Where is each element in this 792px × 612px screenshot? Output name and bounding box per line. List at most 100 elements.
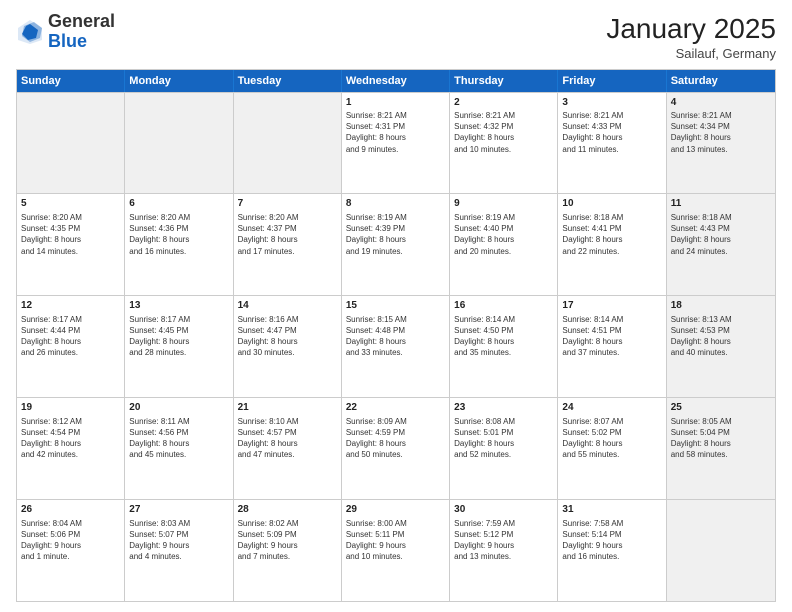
calendar-header-monday: Monday [125,70,233,92]
cal-cell-3: 3Sunrise: 8:21 AM Sunset: 4:33 PM Daylig… [558,93,666,194]
day-number: 13 [129,299,228,313]
logo-blue-text: Blue [48,31,87,51]
cell-info: Sunrise: 8:18 AM Sunset: 4:41 PM Dayligh… [562,212,661,257]
cell-info: Sunrise: 8:21 AM Sunset: 4:31 PM Dayligh… [346,110,445,155]
cell-info: Sunrise: 8:02 AM Sunset: 5:09 PM Dayligh… [238,518,337,563]
cal-cell-29: 29Sunrise: 8:00 AM Sunset: 5:11 PM Dayli… [342,500,450,601]
cell-info: Sunrise: 8:05 AM Sunset: 5:04 PM Dayligh… [671,416,771,461]
cal-cell-1: 1Sunrise: 8:21 AM Sunset: 4:31 PM Daylig… [342,93,450,194]
week-row-1: 1Sunrise: 8:21 AM Sunset: 4:31 PM Daylig… [17,92,775,194]
cell-info: Sunrise: 8:00 AM Sunset: 5:11 PM Dayligh… [346,518,445,563]
cal-cell-18: 18Sunrise: 8:13 AM Sunset: 4:53 PM Dayli… [667,296,775,397]
calendar-header-row: SundayMondayTuesdayWednesdayThursdayFrid… [17,70,775,92]
cell-info: Sunrise: 8:09 AM Sunset: 4:59 PM Dayligh… [346,416,445,461]
cal-cell-12: 12Sunrise: 8:17 AM Sunset: 4:44 PM Dayli… [17,296,125,397]
day-number: 6 [129,197,228,211]
cell-info: Sunrise: 8:07 AM Sunset: 5:02 PM Dayligh… [562,416,661,461]
logo-text: General Blue [48,12,115,52]
day-number: 11 [671,197,771,211]
calendar-header-friday: Friday [558,70,666,92]
day-number: 30 [454,503,553,517]
cal-cell-28: 28Sunrise: 8:02 AM Sunset: 5:09 PM Dayli… [234,500,342,601]
cal-cell-empty [125,93,233,194]
day-number: 1 [346,96,445,110]
cal-cell-8: 8Sunrise: 8:19 AM Sunset: 4:39 PM Daylig… [342,194,450,295]
cal-cell-13: 13Sunrise: 8:17 AM Sunset: 4:45 PM Dayli… [125,296,233,397]
day-number: 14 [238,299,337,313]
cell-info: Sunrise: 8:20 AM Sunset: 4:35 PM Dayligh… [21,212,120,257]
cal-cell-20: 20Sunrise: 8:11 AM Sunset: 4:56 PM Dayli… [125,398,233,499]
day-number: 12 [21,299,120,313]
cell-info: Sunrise: 8:17 AM Sunset: 4:45 PM Dayligh… [129,314,228,359]
cell-info: Sunrise: 8:12 AM Sunset: 4:54 PM Dayligh… [21,416,120,461]
cal-cell-14: 14Sunrise: 8:16 AM Sunset: 4:47 PM Dayli… [234,296,342,397]
day-number: 17 [562,299,661,313]
cal-cell-empty [17,93,125,194]
day-number: 31 [562,503,661,517]
day-number: 27 [129,503,228,517]
cell-info: Sunrise: 8:08 AM Sunset: 5:01 PM Dayligh… [454,416,553,461]
day-number: 7 [238,197,337,211]
calendar: SundayMondayTuesdayWednesdayThursdayFrid… [16,69,776,602]
day-number: 4 [671,96,771,110]
week-row-5: 26Sunrise: 8:04 AM Sunset: 5:06 PM Dayli… [17,499,775,601]
cal-cell-9: 9Sunrise: 8:19 AM Sunset: 4:40 PM Daylig… [450,194,558,295]
cell-info: Sunrise: 8:19 AM Sunset: 4:39 PM Dayligh… [346,212,445,257]
calendar-header-thursday: Thursday [450,70,558,92]
cal-cell-15: 15Sunrise: 8:15 AM Sunset: 4:48 PM Dayli… [342,296,450,397]
cal-cell-21: 21Sunrise: 8:10 AM Sunset: 4:57 PM Dayli… [234,398,342,499]
day-number: 10 [562,197,661,211]
calendar-header-saturday: Saturday [667,70,775,92]
cal-cell-24: 24Sunrise: 8:07 AM Sunset: 5:02 PM Dayli… [558,398,666,499]
title-block: January 2025 Sailauf, Germany [606,12,776,61]
cell-info: Sunrise: 8:03 AM Sunset: 5:07 PM Dayligh… [129,518,228,563]
calendar-header-wednesday: Wednesday [342,70,450,92]
day-number: 26 [21,503,120,517]
cell-info: Sunrise: 8:21 AM Sunset: 4:34 PM Dayligh… [671,110,771,155]
day-number: 16 [454,299,553,313]
cell-info: Sunrise: 8:04 AM Sunset: 5:06 PM Dayligh… [21,518,120,563]
cell-info: Sunrise: 8:13 AM Sunset: 4:53 PM Dayligh… [671,314,771,359]
day-number: 3 [562,96,661,110]
cal-cell-7: 7Sunrise: 8:20 AM Sunset: 4:37 PM Daylig… [234,194,342,295]
logo-icon [16,18,44,46]
cell-info: Sunrise: 8:11 AM Sunset: 4:56 PM Dayligh… [129,416,228,461]
week-row-2: 5Sunrise: 8:20 AM Sunset: 4:35 PM Daylig… [17,193,775,295]
day-number: 29 [346,503,445,517]
header: General Blue January 2025 Sailauf, Germa… [16,12,776,61]
day-number: 19 [21,401,120,415]
cell-info: Sunrise: 8:14 AM Sunset: 4:50 PM Dayligh… [454,314,553,359]
day-number: 9 [454,197,553,211]
calendar-header-sunday: Sunday [17,70,125,92]
cal-cell-27: 27Sunrise: 8:03 AM Sunset: 5:07 PM Dayli… [125,500,233,601]
cal-cell-6: 6Sunrise: 8:20 AM Sunset: 4:36 PM Daylig… [125,194,233,295]
day-number: 24 [562,401,661,415]
cal-cell-empty [234,93,342,194]
day-number: 28 [238,503,337,517]
day-number: 23 [454,401,553,415]
page: General Blue January 2025 Sailauf, Germa… [0,0,792,612]
cell-info: Sunrise: 8:15 AM Sunset: 4:48 PM Dayligh… [346,314,445,359]
cal-cell-11: 11Sunrise: 8:18 AM Sunset: 4:43 PM Dayli… [667,194,775,295]
cal-cell-empty [667,500,775,601]
cal-cell-30: 30Sunrise: 7:59 AM Sunset: 5:12 PM Dayli… [450,500,558,601]
day-number: 25 [671,401,771,415]
cal-cell-5: 5Sunrise: 8:20 AM Sunset: 4:35 PM Daylig… [17,194,125,295]
cal-cell-16: 16Sunrise: 8:14 AM Sunset: 4:50 PM Dayli… [450,296,558,397]
cal-cell-19: 19Sunrise: 8:12 AM Sunset: 4:54 PM Dayli… [17,398,125,499]
cell-info: Sunrise: 8:19 AM Sunset: 4:40 PM Dayligh… [454,212,553,257]
location: Sailauf, Germany [606,46,776,61]
cal-cell-25: 25Sunrise: 8:05 AM Sunset: 5:04 PM Dayli… [667,398,775,499]
logo-general-text: General [48,11,115,31]
day-number: 21 [238,401,337,415]
day-number: 2 [454,96,553,110]
cell-info: Sunrise: 8:20 AM Sunset: 4:37 PM Dayligh… [238,212,337,257]
cell-info: Sunrise: 8:18 AM Sunset: 4:43 PM Dayligh… [671,212,771,257]
cal-cell-22: 22Sunrise: 8:09 AM Sunset: 4:59 PM Dayli… [342,398,450,499]
cal-cell-17: 17Sunrise: 8:14 AM Sunset: 4:51 PM Dayli… [558,296,666,397]
day-number: 22 [346,401,445,415]
month-title: January 2025 [606,12,776,46]
calendar-header-tuesday: Tuesday [234,70,342,92]
calendar-body: 1Sunrise: 8:21 AM Sunset: 4:31 PM Daylig… [17,92,775,601]
week-row-3: 12Sunrise: 8:17 AM Sunset: 4:44 PM Dayli… [17,295,775,397]
